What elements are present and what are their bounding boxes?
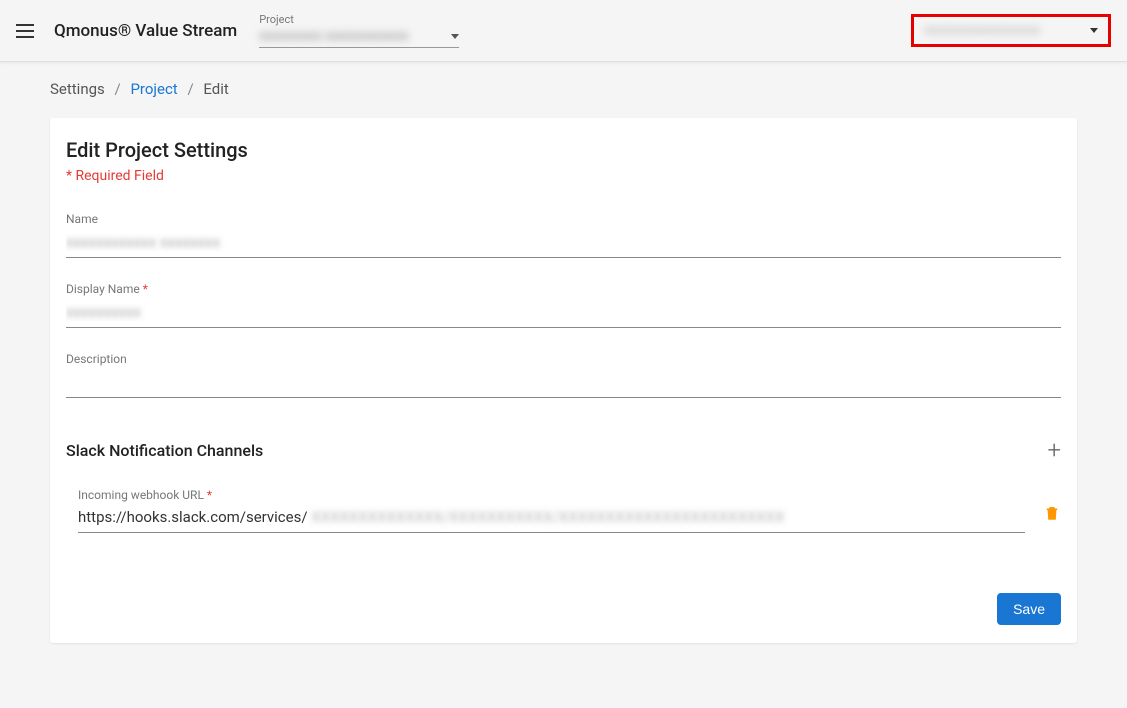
project-value: xxxxxxxxx xxxxxxxxxxxx [259, 28, 443, 44]
display-name-input[interactable] [66, 300, 1061, 328]
page-title: Edit Project Settings [66, 138, 1061, 162]
display-name-field-group: Display Name * [66, 282, 1061, 328]
user-menu[interactable]: xxxxxxxxxxxxxxxxxx [911, 14, 1111, 47]
chevron-down-icon [451, 34, 459, 39]
display-name-label: Display Name * [66, 282, 1061, 296]
breadcrumb: Settings / Project / Edit [50, 80, 1077, 98]
description-field-group: Description [66, 352, 1061, 398]
user-value: xxxxxxxxxxxxxxxxxx [924, 23, 1078, 38]
breadcrumb-separator: / [187, 80, 193, 98]
name-input[interactable] [66, 230, 1061, 258]
breadcrumb-item: Edit [203, 80, 228, 98]
required-note: * Required Field [66, 168, 1061, 184]
project-selector[interactable]: Project xxxxxxxxx xxxxxxxxxxxx [259, 13, 459, 48]
name-label: Name [66, 212, 1061, 226]
webhook-field: Incoming webhook URL * https://hooks.sla… [78, 488, 1025, 533]
webhook-input[interactable]: https://hooks.slack.com/services/ XXXXXX… [78, 504, 1025, 533]
menu-icon[interactable] [16, 19, 40, 43]
slack-section-header: Slack Notification Channels + [66, 438, 1061, 462]
save-button[interactable]: Save [997, 593, 1061, 625]
brand-logo: Qmonus® Value Stream [54, 21, 237, 41]
breadcrumb-item[interactable]: Project [130, 80, 177, 98]
breadcrumb-item[interactable]: Settings [50, 80, 105, 98]
chevron-down-icon [1090, 28, 1098, 33]
add-icon[interactable]: + [1047, 438, 1061, 462]
trash-icon[interactable] [1043, 503, 1061, 533]
description-input[interactable] [66, 370, 1061, 398]
app-header: Qmonus® Value Stream Project xxxxxxxxx x… [0, 0, 1127, 62]
header-right: xxxxxxxxxxxxxxxxxx [911, 14, 1111, 47]
project-value-row[interactable]: xxxxxxxxx xxxxxxxxxxxx [259, 28, 459, 48]
description-label: Description [66, 352, 1061, 366]
footer-actions: Save [66, 593, 1061, 625]
name-field-group: Name [66, 212, 1061, 258]
webhook-label: Incoming webhook URL * [78, 488, 1025, 502]
settings-card: Edit Project Settings * Required Field N… [50, 118, 1077, 643]
slack-section-title: Slack Notification Channels [66, 441, 1047, 460]
content-area: Settings / Project / Edit Edit Project S… [0, 62, 1127, 661]
breadcrumb-separator: / [115, 80, 121, 98]
webhook-row: Incoming webhook URL * https://hooks.sla… [66, 488, 1061, 533]
project-label: Project [259, 13, 459, 26]
